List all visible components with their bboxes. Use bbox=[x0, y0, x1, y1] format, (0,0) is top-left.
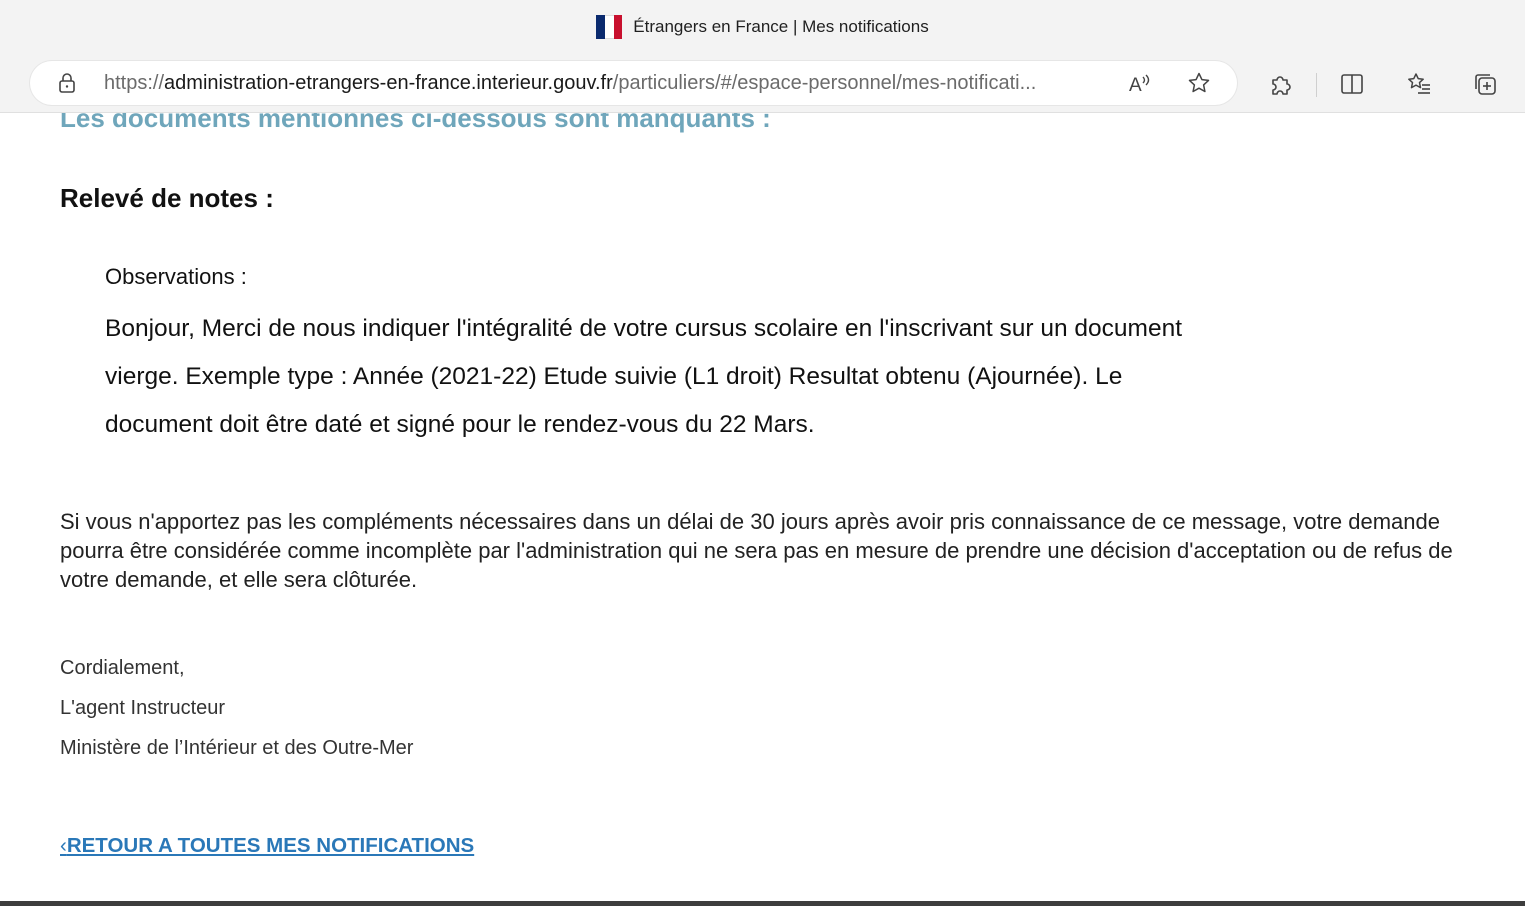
signatory-text: L'agent Instructeur bbox=[60, 697, 226, 719]
missing-documents-heading: Les documents mentionnés ci-dessous sont… bbox=[60, 113, 771, 133]
url-text[interactable]: https://administration-etrangers-en-fran… bbox=[104, 61, 1109, 105]
address-bar[interactable]: https://administration-etrangers-en-fran… bbox=[30, 61, 1237, 105]
back-link-label: RETOUR A TOUTES MES NOTIFICATIONS bbox=[66, 834, 475, 857]
read-aloud-icon[interactable]: A bbox=[1128, 71, 1152, 95]
deadline-notice: Si vous n'apportez pas les compléments n… bbox=[60, 509, 1453, 592]
browser-toolbar: https://administration-etrangers-en-fran… bbox=[0, 54, 1525, 113]
bottom-border bbox=[0, 901, 1525, 906]
browser-title-bar: Étrangers en France | Mes notifications bbox=[0, 0, 1525, 54]
tab-title-text: Étrangers en France | Mes notifications bbox=[633, 17, 929, 36]
french-flag-icon bbox=[596, 15, 623, 39]
collections-icon[interactable] bbox=[1472, 71, 1498, 97]
tab-title: Étrangers en France | Mes notifications bbox=[596, 15, 929, 39]
url-host: administration-etrangers-en-france.inter… bbox=[164, 72, 613, 94]
lock-icon[interactable] bbox=[56, 72, 78, 94]
puzzle-icon[interactable] bbox=[1268, 71, 1294, 97]
document-title: Relevé de notes : bbox=[60, 183, 274, 213]
svg-text:A: A bbox=[1129, 75, 1142, 95]
chevron-left-icon: ‹ bbox=[60, 834, 67, 857]
ministry-text: Ministère de l’Intérieur et des Outre-Me… bbox=[60, 737, 414, 759]
split-screen-icon[interactable] bbox=[1339, 71, 1365, 97]
star-icon[interactable] bbox=[1187, 71, 1211, 95]
url-path: /particuliers/#/espace-personnel/mes-not… bbox=[612, 72, 1037, 94]
back-to-notifications-link[interactable]: ‹RETOUR A TOUTES MES NOTIFICATIONS bbox=[60, 834, 474, 858]
toolbar-divider bbox=[1316, 73, 1317, 97]
favorites-list-icon[interactable] bbox=[1406, 71, 1432, 97]
closing-text: Cordialement, bbox=[60, 657, 185, 679]
observations-text: Bonjour, Merci de nous indiquer l'intégr… bbox=[105, 315, 1183, 438]
notification-content: Les documents mentionnés ci-dessous sont… bbox=[0, 113, 1525, 906]
url-prefix: https:// bbox=[104, 72, 165, 94]
observations-label: Observations : bbox=[105, 264, 247, 289]
